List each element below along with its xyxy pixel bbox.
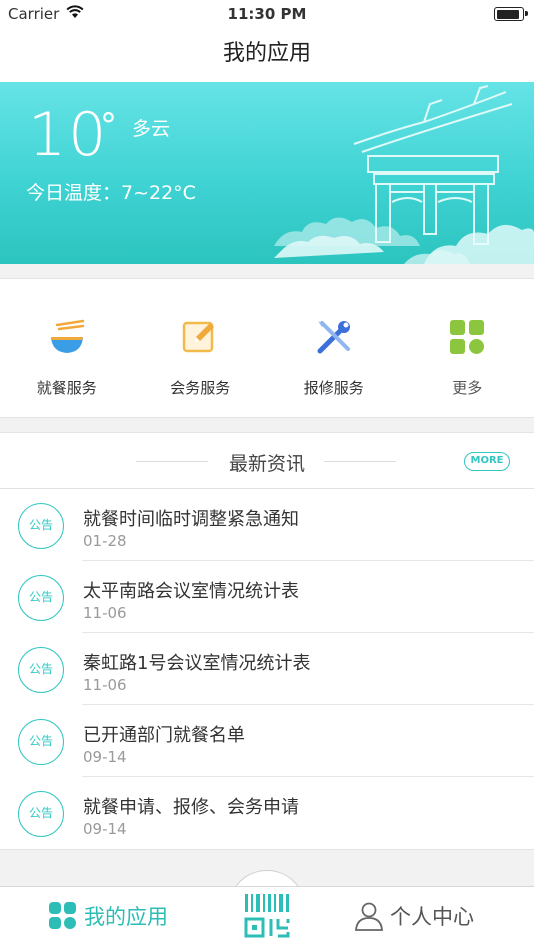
news-item[interactable]: 公告 就餐时间临时调整紧急通知 01-28 [0, 489, 534, 561]
tab-profile-label: 个人中心 [390, 905, 474, 929]
news-item-date: 11-06 [83, 604, 127, 622]
scan-code-icon[interactable] [242, 892, 292, 942]
news-section: 最新资讯 MORE 公告 就餐时间临时调整紧急通知 01-28 公告 太平南路会… [0, 432, 534, 850]
news-item-title: 秦虹路1号会议室情况统计表 [83, 653, 311, 674]
news-item-date: 11-06 [83, 676, 127, 694]
news-item[interactable]: 公告 秦虹路1号会议室情况统计表 11-06 [0, 633, 534, 705]
status-bar: Carrier 11:30 PM [0, 0, 534, 28]
temperature-range: 今日温度：7~22°C [26, 182, 196, 204]
clock: 11:30 PM [227, 5, 307, 23]
news-item[interactable]: 公告 太平南路会议室情况统计表 11-06 [0, 561, 534, 633]
archway-illustration [274, 85, 534, 264]
service-more-label: 更多 [452, 379, 483, 397]
weather-condition: 多云 [132, 118, 171, 140]
news-item[interactable]: 公告 已开通部门就餐名单 09-14 [0, 705, 534, 777]
service-dining-label: 就餐服务 [36, 379, 97, 397]
news-item-date: 01-28 [83, 532, 127, 550]
divider-right [324, 461, 396, 462]
tab-my-apps-label: 我的应用 [84, 905, 168, 929]
news-header: 最新资讯 MORE [0, 433, 534, 489]
pencil-note-icon [183, 321, 215, 353]
news-item-date: 09-14 [83, 748, 127, 766]
news-item-title: 太平南路会议室情况统计表 [83, 581, 299, 602]
page-title: 我的应用 [222, 41, 311, 66]
degree-symbol: ° [100, 106, 117, 146]
noodle-bowl-icon [50, 319, 84, 353]
temperature-value: 10 [28, 100, 109, 170]
notice-badge: 公告 [18, 647, 64, 693]
wrench-screwdriver-icon [317, 321, 350, 354]
notice-badge: 公告 [18, 575, 64, 621]
apps-grid-icon [49, 902, 76, 929]
news-item-date: 09-14 [83, 820, 127, 838]
tab-profile[interactable]: 个人中心 [354, 901, 474, 931]
more-button[interactable]: MORE [464, 452, 510, 471]
news-title: 最新资讯 [228, 453, 305, 475]
news-item-title: 已开通部门就餐名单 [83, 725, 245, 746]
news-item-title: 就餐时间临时调整紧急通知 [83, 509, 299, 530]
news-item-title: 就餐申请、报修、会务申请 [83, 797, 299, 818]
service-grid: 就餐服务 会务服务 报修服务 更多 [0, 278, 534, 418]
service-more[interactable]: 更多 [401, 279, 534, 417]
service-meeting[interactable]: 会务服务 [134, 279, 268, 417]
service-meeting-label: 会务服务 [170, 379, 231, 397]
battery-fill [496, 9, 519, 19]
service-dining[interactable]: 就餐服务 [0, 279, 134, 417]
notice-badge: 公告 [18, 719, 64, 765]
person-icon [355, 902, 383, 931]
weather-banner: 10 ° 多云 今日温度：7~22°C [0, 82, 534, 264]
service-repair-label: 报修服务 [303, 379, 364, 397]
grid-more-icon [450, 320, 485, 354]
news-item[interactable]: 公告 就餐申请、报修、会务申请 09-14 [0, 777, 534, 849]
battery-icon [494, 7, 528, 21]
service-repair[interactable]: 报修服务 [267, 279, 401, 417]
tab-my-apps[interactable]: 我的应用 [48, 901, 168, 931]
nav-bar: 我的应用 [0, 28, 534, 82]
notice-badge: 公告 [18, 791, 64, 837]
notice-badge: 公告 [18, 503, 64, 549]
